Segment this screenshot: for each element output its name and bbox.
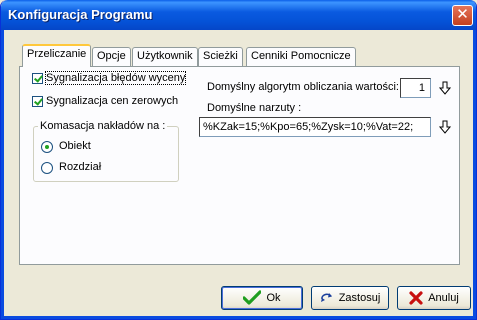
tab-label: Przeliczanie xyxy=(27,48,87,60)
radio-obiekt[interactable] xyxy=(41,141,53,153)
arrow-down-icon[interactable] xyxy=(439,81,451,95)
algorithm-label: Domyślny algorytm obliczania wartości: xyxy=(207,81,399,93)
ok-label: Ok xyxy=(266,292,281,304)
checkbox-sygnalizacja-cen-zerowych[interactable] xyxy=(32,96,43,107)
group-title: Komasacja nakładów na : xyxy=(38,120,168,132)
window-border-left xyxy=(1,30,4,319)
radio-label[interactable]: Obiekt xyxy=(59,140,91,152)
close-button[interactable]: ✕ xyxy=(452,5,473,26)
checkbox-label[interactable]: Sygnalizacja cen zerowych xyxy=(46,95,178,107)
window-border-right xyxy=(473,30,476,319)
tab-label: Opcje xyxy=(97,50,126,62)
radio-rozdzial[interactable] xyxy=(41,162,53,174)
dialog-window: Konfiguracja Programu ✕ Przeliczanie Opc… xyxy=(0,0,477,320)
title-bar[interactable]: Konfiguracja Programu ✕ xyxy=(1,0,476,30)
x-icon xyxy=(409,291,423,305)
tab-przeliczanie[interactable]: Przeliczanie xyxy=(22,44,92,67)
komasacja-group xyxy=(33,126,179,182)
apply-label: Zastosuj xyxy=(338,292,381,304)
checkbox-label[interactable]: Sygnalizacja błędów wyceny xyxy=(44,71,187,85)
close-icon: ✕ xyxy=(456,6,469,23)
tab-label: Użytkownik xyxy=(137,50,193,62)
cancel-button[interactable]: Anuluj xyxy=(397,286,471,310)
radio-label[interactable]: Rozdział xyxy=(59,161,101,173)
ok-button[interactable]: Ok xyxy=(221,286,303,310)
narzuty-label: Domyślne narzuty : xyxy=(207,102,302,114)
tab-label: Scieżki xyxy=(203,50,238,62)
tab-label: Cenniki Pomocnicze xyxy=(251,50,351,62)
checkbox-sygnalizacja-bledow[interactable] xyxy=(32,73,43,84)
window-title: Konfiguracja Programu xyxy=(8,7,153,22)
tab-uzytkownik[interactable]: Użytkownik xyxy=(132,47,198,66)
tab-sciezki[interactable]: Scieżki xyxy=(198,47,243,66)
checkmark-icon xyxy=(243,290,262,306)
cancel-label: Anuluj xyxy=(428,292,459,304)
algorithm-input[interactable]: 1 xyxy=(400,78,431,98)
tab-cenniki-pomocnicze[interactable]: Cenniki Pomocnicze xyxy=(246,47,356,66)
window-border-bottom xyxy=(1,316,476,319)
refresh-icon xyxy=(320,292,334,304)
narzuty-input[interactable]: %KZak=15;%Kpo=65;%Zysk=10;%Vat=22; xyxy=(199,117,431,137)
tab-opcje[interactable]: Opcje xyxy=(92,47,131,66)
apply-button[interactable]: Zastosuj xyxy=(311,286,389,310)
arrow-down-icon[interactable] xyxy=(439,120,451,134)
